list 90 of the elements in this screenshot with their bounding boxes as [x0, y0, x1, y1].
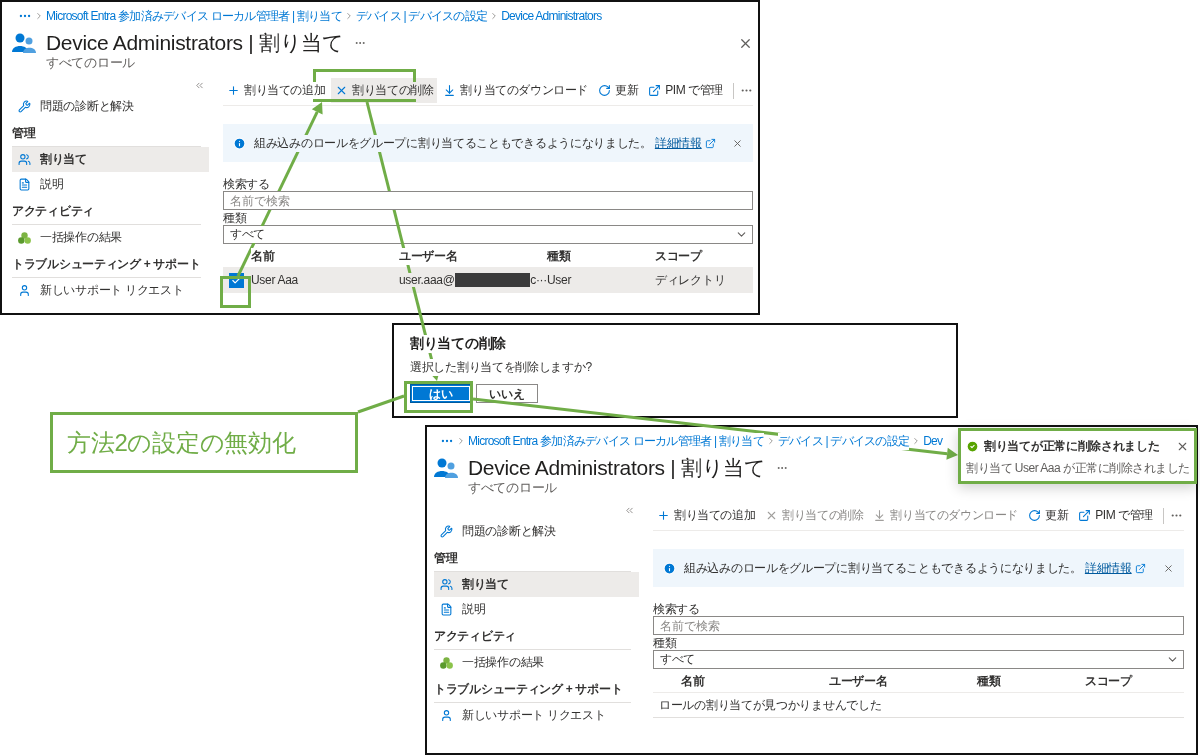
people-icon [434, 457, 458, 479]
sidebar-item[interactable]: 一括操作の結果 [434, 650, 639, 675]
chevron-icon [34, 11, 44, 21]
person-icon [18, 284, 31, 297]
dialog-message: 選択した割り当てを削除しますか? [410, 359, 592, 376]
leader-line [357, 394, 405, 414]
tools-icon [18, 100, 31, 113]
breadcrumb-link[interactable]: デバイス | デバイスの設定 [777, 432, 910, 450]
breadcrumb-link[interactable]: Device Administrators [501, 9, 602, 23]
external-link-icon [648, 84, 662, 97]
column-header[interactable]: ユーザー名 [399, 248, 458, 265]
cluster-icon [18, 231, 31, 244]
details-link[interactable]: 詳細情報 [1084, 560, 1132, 575]
external-link-icon [704, 137, 716, 149]
sidebar-item[interactable]: 割り当て [434, 572, 639, 597]
person-icon [440, 709, 453, 722]
highlight-frame [220, 276, 251, 308]
field-label: 種類 [653, 635, 678, 650]
info-icon [233, 136, 246, 150]
page-title: Device Administrators | 割り当て [468, 455, 766, 481]
refresh-icon [598, 84, 611, 97]
plus-icon [227, 84, 240, 97]
sidebar-item[interactable]: 割り当て [12, 147, 209, 172]
chevron-icon [456, 436, 466, 446]
search-field[interactable]: 名前で検索 [223, 191, 753, 210]
banner-text: 組み込みのロールをグループに割り当てることもできるようになりました。 詳細情報 [684, 559, 1132, 577]
plus-icon [657, 509, 670, 522]
external-link-icon [1134, 562, 1146, 574]
column-header[interactable]: ユーザー名 [829, 673, 888, 690]
toast-title: 割り当てが正常に削除されました [984, 438, 1161, 455]
section-heading: アクティビティ [12, 197, 201, 225]
column-header[interactable]: スコープ [1085, 673, 1132, 690]
confirm-button[interactable]: はい [410, 384, 472, 403]
table-cell: User [547, 273, 572, 287]
tools-icon [440, 525, 453, 538]
column-header[interactable]: 名前 [681, 673, 705, 690]
people-icon [18, 153, 31, 166]
section-heading: アクティビティ [434, 622, 631, 650]
search-field[interactable]: 名前で検索 [653, 616, 1184, 635]
refresh-icon [1028, 509, 1041, 522]
sidebar-item[interactable]: 説明 [12, 172, 209, 197]
field-label: 検索する [653, 601, 701, 616]
people-icon [12, 32, 36, 54]
cluster-icon [440, 656, 453, 669]
type-dropdown[interactable]: すべて [653, 650, 1184, 669]
cancel-button[interactable]: いいえ [476, 384, 538, 403]
toolbar-button[interactable]: 割り当ての削除 [331, 78, 438, 103]
table-cell: User Aaa [251, 273, 298, 287]
download-icon [873, 509, 887, 522]
breadcrumb-link[interactable]: Dev [923, 434, 943, 448]
dialog-title: 割り当ての削除 [410, 335, 506, 353]
column-header[interactable]: 名前 [251, 248, 275, 265]
close-icon[interactable] [1176, 440, 1189, 453]
section-heading: トラブルシューティング + サポート [434, 675, 631, 703]
page-title: Device Administrators | 割り当て [46, 30, 344, 56]
column-header[interactable]: スコープ [655, 248, 702, 265]
document-icon [18, 178, 31, 191]
section-heading: トラブルシューティング + サポート [12, 250, 201, 278]
breadcrumb-link[interactable]: Microsoft Entra 参加済みデバイス ローカル管理者 | 割り当て [46, 7, 342, 25]
empty-message: ロールの割り当てが見つかりませんでした [653, 693, 1184, 718]
people-icon [440, 578, 453, 591]
sidebar-item[interactable]: 新しいサポート リクエスト [12, 278, 209, 303]
download-icon [443, 84, 457, 97]
sidebar-item[interactable]: 一括操作の結果 [12, 225, 209, 250]
page-subtitle: すべてのロール [45, 55, 136, 72]
success-icon [966, 440, 979, 453]
sidebar-item[interactable]: 問題の診断と解決 [12, 94, 209, 119]
close-icon[interactable] [1163, 562, 1174, 574]
table-cell: user.aaa@ [399, 273, 455, 287]
sidebar-item[interactable]: 問題の診断と解決 [434, 519, 639, 544]
banner-text: 組み込みのロールをグループに割り当てることもできるようになりました。 詳細情報 [254, 134, 702, 152]
page-subtitle: すべてのロール [467, 480, 558, 497]
column-header[interactable]: 種類 [547, 248, 571, 265]
external-link-icon [1078, 509, 1092, 522]
sidebar-item[interactable]: 説明 [434, 597, 639, 622]
info-icon [663, 561, 676, 575]
details-link[interactable]: 詳細情報 [654, 135, 702, 150]
highlight-frame [404, 381, 473, 413]
sidebar-item[interactable]: 新しいサポート リクエスト [434, 703, 639, 728]
field-label: 種類 [223, 210, 248, 225]
table-row[interactable]: User Aaa user.aaa@ c···User ディレクトリ [223, 268, 753, 293]
breadcrumb-link[interactable]: Microsoft Entra 参加済みデバイス ローカル管理者 | 割り当て [468, 432, 764, 450]
toast-message: 割り当て User Aaa が正常に削除されました [966, 460, 1189, 477]
document-icon [440, 603, 453, 616]
column-header[interactable]: 種類 [977, 673, 1001, 690]
field-label: 検索する [223, 176, 271, 191]
type-dropdown[interactable]: すべて [223, 225, 753, 244]
close-icon[interactable] [732, 137, 743, 149]
callout-label: 方法2の設定の無効化 [50, 412, 358, 473]
breadcrumb-link[interactable]: デバイス | デバイスの設定 [355, 7, 488, 25]
